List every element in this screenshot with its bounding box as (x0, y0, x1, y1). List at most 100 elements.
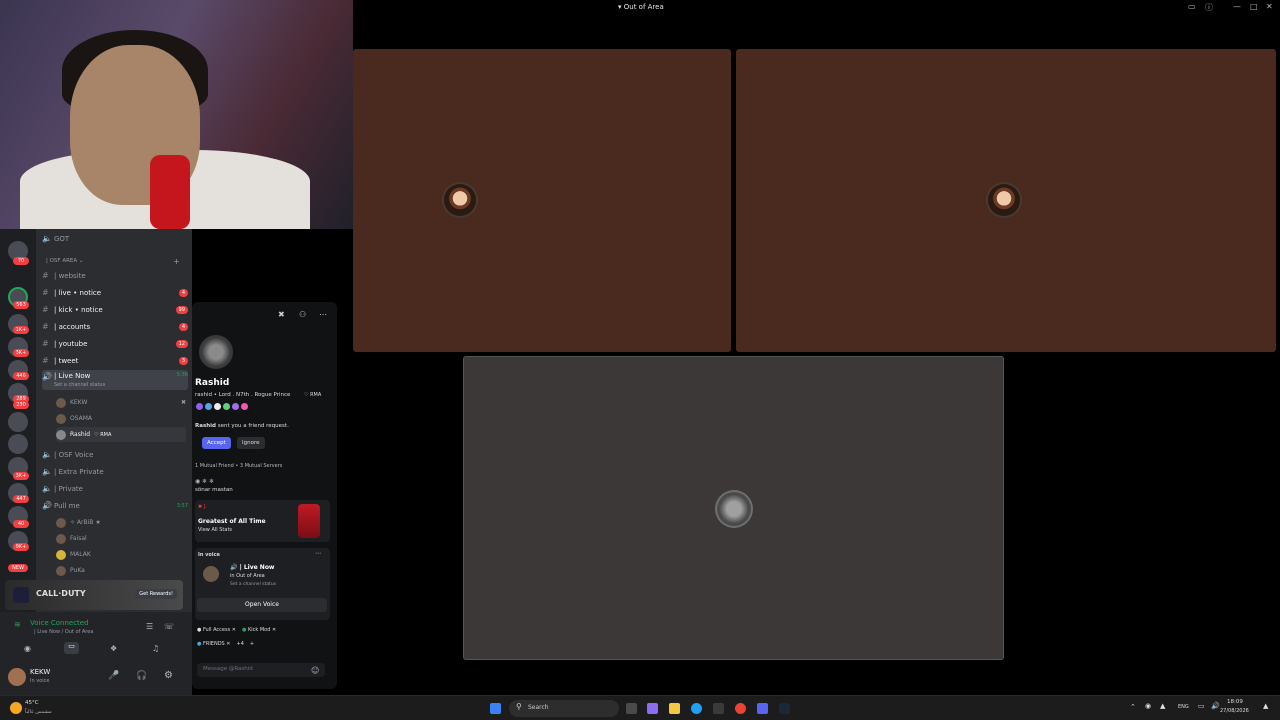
channel-youtube[interactable]: # | youtube 12 (42, 336, 188, 351)
store-icon[interactable] (713, 703, 724, 714)
add-channel-icon[interactable]: + (173, 257, 180, 266)
video-tile-3[interactable] (463, 356, 1004, 660)
role-chip[interactable]: ● FRIENDS ✕ (197, 641, 231, 647)
channel-accounts[interactable]: # | accounts 4 (42, 319, 188, 334)
promo-banner[interactable]: CALL·DUTY Get Rewards! (5, 580, 183, 610)
network-icon[interactable]: ▭ (1198, 702, 1205, 710)
roles-list: ● Full Access ✕ ● Kick Mod ✕ (197, 627, 276, 633)
settings-icon[interactable]: ⚙ (164, 670, 173, 681)
message-input[interactable]: Message @Rashid (197, 663, 325, 677)
add-role-icon[interactable]: + (250, 641, 254, 647)
badge-icon[interactable] (241, 403, 248, 410)
voice-user[interactable]: Rashid ♡ RMA (56, 427, 186, 442)
language-indicator[interactable]: ENG (1178, 704, 1189, 710)
activities-icon[interactable]: ❖ (110, 644, 117, 653)
discord-icon[interactable] (757, 703, 768, 714)
tray-icon[interactable]: ▲ (1160, 702, 1165, 710)
inbox-icon[interactable]: ▭ (1188, 2, 1196, 11)
activity-card[interactable]: ✖ J. Greatest of All Time View All Stats (195, 500, 330, 542)
view-all-stats-link[interactable]: View All Stats (198, 527, 232, 533)
copilot-icon[interactable] (647, 703, 658, 714)
open-voice-button[interactable]: Open Voice (197, 598, 327, 612)
profile-tagline: rashid • Lord . N7th . Rogue Prince (195, 392, 291, 398)
channel-kick-notice[interactable]: # | kick • notice 99 (42, 302, 188, 317)
voice-user[interactable]: KEKW ✖ (56, 395, 186, 410)
file-explorer-icon[interactable] (669, 703, 680, 714)
help-icon[interactable]: ⓘ (1205, 2, 1213, 13)
role-chip[interactable]: ● Kick Mod ✕ (242, 627, 276, 633)
voice-user[interactable]: ✧ ArBiB ★ (56, 515, 186, 530)
badge-icon[interactable] (196, 403, 203, 410)
edge-icon[interactable] (691, 703, 702, 714)
accept-button[interactable]: Accept (202, 437, 231, 449)
more-icon[interactable]: ⋯ (315, 550, 321, 557)
screen-share-icon[interactable]: ▭ (64, 642, 79, 654)
start-icon[interactable] (490, 703, 501, 714)
maximize-icon[interactable]: □ (1250, 2, 1258, 11)
friend-request-name: Rashid (195, 423, 216, 429)
activity-title: Greatest of All Time (198, 518, 266, 525)
speaker-icon: 🔈 (42, 234, 52, 243)
mic-muted-icon[interactable]: 🎤 (108, 671, 119, 681)
ignore-button[interactable]: Ignore (237, 437, 265, 449)
clock-date[interactable]: 27/08/2026 (1220, 708, 1249, 714)
weather-icon[interactable] (10, 702, 22, 714)
voice-channel-got[interactable]: 🔈 GOT (42, 231, 188, 246)
voice-channel-osf-voice[interactable]: 🔈 | OSF Voice (42, 447, 188, 462)
voice-channel-extra-private[interactable]: 🔈 | Extra Private (42, 464, 188, 479)
profile-avatar[interactable] (196, 332, 236, 372)
badge-icon[interactable] (232, 403, 239, 410)
deafen-icon[interactable]: 🎧 (136, 671, 147, 681)
badge-icon[interactable] (205, 403, 212, 410)
badge-icon[interactable] (214, 403, 221, 410)
role-chip[interactable]: ● Full Access ✕ (197, 627, 236, 633)
disconnect-icon[interactable]: ☏ (164, 622, 174, 631)
volume-icon[interactable]: 🔊 (1211, 702, 1220, 710)
notifications-icon[interactable]: ▲ (1263, 702, 1268, 710)
voice-user-name: KEKW (70, 399, 88, 406)
avatar[interactable] (8, 668, 26, 686)
voice-channel-pull-me[interactable]: 🔊 Pull me 3:57 (42, 498, 188, 513)
soundboard-icon[interactable]: ♫ (152, 644, 159, 653)
add-friend-icon[interactable]: ⚇ (299, 310, 306, 319)
quest-icon (13, 587, 29, 603)
voice-channel-private[interactable]: 🔈 | Private (42, 481, 188, 496)
voice-user[interactable]: PuKa (56, 563, 186, 578)
voice-user[interactable]: OSAMA (56, 411, 186, 426)
search-box[interactable]: ⚲ Search (509, 700, 619, 717)
server-badge: 230 (13, 401, 29, 409)
more-icon[interactable]: ⋯ (319, 310, 327, 319)
more-roles-button[interactable]: +4 (237, 641, 244, 647)
minimize-icon[interactable]: — (1233, 2, 1241, 11)
voice-channel-live-now[interactable]: 🔊 | Live Now Set a channel status 5:36 (42, 370, 188, 390)
emoji-icon[interactable]: ☺ (311, 666, 319, 675)
chrome-icon[interactable] (735, 703, 746, 714)
tray-icon[interactable]: ◉ (1145, 702, 1151, 710)
category-header[interactable]: | OSF AREA ⌄ (46, 258, 84, 264)
video-tile-2[interactable] (736, 49, 1276, 352)
steam-icon[interactable] (779, 703, 790, 714)
server-icon[interactable] (8, 412, 28, 432)
video-tile-1[interactable] (353, 49, 731, 352)
close-dm-icon[interactable]: ✖ (278, 310, 285, 319)
category-name: | OSF AREA (46, 258, 78, 264)
server-badge: 1K+ (13, 326, 29, 334)
badge-icon[interactable] (223, 403, 230, 410)
channel-live-notice[interactable]: # | live • notice 4 (42, 285, 188, 300)
mutual-info[interactable]: 1 Mutual Friend • 3 Mutual Servers (195, 463, 282, 469)
clock-time[interactable]: 18:09 (1227, 699, 1243, 705)
channel-tweet[interactable]: # | tweet 3 (42, 353, 188, 368)
task-view-icon[interactable] (626, 703, 637, 714)
voice-user[interactable]: Faisal (56, 531, 186, 546)
channel-website[interactable]: # | website (42, 268, 188, 283)
close-icon[interactable]: ✕ (1266, 2, 1273, 11)
voice-location[interactable]: | Live Now / Out of Area (34, 629, 93, 635)
server-icon[interactable] (8, 434, 28, 454)
get-rewards-button[interactable]: Get Rewards! (135, 589, 177, 599)
chevron-up-icon[interactable]: ⌃ (1130, 703, 1136, 711)
voice-user[interactable]: MALAK (56, 547, 186, 562)
role-name: Kick Mod (247, 627, 271, 633)
window-titlebar: ▾ Out of Area ▭ ⓘ — □ ✕ (353, 0, 1280, 18)
noise-suppression-icon[interactable]: ☰ (146, 622, 153, 631)
camera-icon[interactable]: ◉ (24, 644, 31, 653)
